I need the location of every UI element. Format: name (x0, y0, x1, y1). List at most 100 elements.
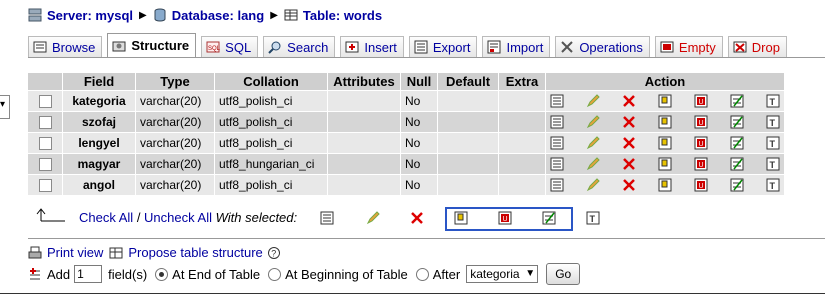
unique-icon[interactable]: U (694, 157, 708, 171)
primary-selected-icon[interactable] (454, 211, 468, 225)
field-attributes (328, 175, 400, 195)
after-radio[interactable] (415, 267, 429, 281)
field-null: No (401, 133, 437, 153)
check-all-link[interactable]: Check All (79, 210, 133, 225)
print-view-link[interactable]: Print view (47, 245, 103, 260)
primary-key-icon[interactable] (658, 157, 672, 171)
edit-icon[interactable] (586, 115, 600, 129)
header-default[interactable]: Default (438, 73, 498, 90)
edit-icon[interactable] (586, 136, 600, 150)
browse-icon[interactable] (550, 136, 564, 150)
browse-icon[interactable] (550, 115, 564, 129)
after-label[interactable]: After (433, 267, 460, 282)
browse-icon[interactable] (550, 178, 564, 192)
fulltext-icon[interactable]: T (766, 94, 780, 108)
field-null: No (401, 91, 437, 111)
empty-icon (660, 41, 674, 53)
browse-icon[interactable] (550, 157, 564, 171)
primary-key-icon[interactable] (658, 94, 672, 108)
index-icon[interactable] (730, 136, 744, 150)
edit-icon[interactable] (586, 94, 600, 108)
unique-icon[interactable]: U (694, 115, 708, 129)
svg-text:U: U (503, 216, 508, 223)
index-icon[interactable] (730, 157, 744, 171)
tab-search[interactable]: Search (263, 36, 336, 57)
primary-key-icon[interactable] (658, 178, 672, 192)
index-selected-icon[interactable] (542, 211, 556, 225)
drop-icon[interactable] (622, 178, 636, 192)
tab-drop[interactable]: Drop (727, 36, 787, 57)
field-name: angol (63, 175, 135, 195)
field-actions: UT (546, 133, 784, 153)
breadcrumb-table[interactable]: Table: words (303, 8, 382, 23)
tab-export[interactable]: Export (408, 36, 478, 57)
browse-selected-icon[interactable] (320, 211, 334, 225)
svg-text:T: T (770, 118, 776, 128)
fulltext-icon[interactable]: T (766, 115, 780, 129)
index-icon[interactable] (730, 178, 744, 192)
tab-import[interactable]: Import (482, 36, 551, 57)
edit-icon[interactable] (586, 178, 600, 192)
drop-icon[interactable] (622, 136, 636, 150)
help-icon[interactable]: ? (267, 246, 281, 260)
fulltext-icon[interactable]: T (766, 136, 780, 150)
propose-structure-link[interactable]: Propose table structure (128, 245, 262, 260)
truncated-dropdown[interactable] (0, 95, 10, 119)
header-extra[interactable]: Extra (499, 73, 545, 90)
row-checkbox[interactable] (38, 137, 52, 151)
tab-browse[interactable]: Browse (28, 36, 103, 57)
row-checkbox[interactable] (38, 179, 52, 193)
drop-selected-icon[interactable] (410, 211, 424, 225)
at-beginning-radio[interactable] (268, 267, 282, 281)
at-end-radio[interactable] (155, 267, 169, 281)
field-name: magyar (63, 154, 135, 174)
index-icon[interactable] (730, 115, 744, 129)
primary-key-icon[interactable] (658, 115, 672, 129)
at-beginning-label[interactable]: At Beginning of Table (285, 267, 408, 282)
table-links: Print view Propose table structure ? (28, 245, 286, 260)
tab-insert[interactable]: Insert (340, 36, 404, 57)
unique-icon[interactable]: U (694, 136, 708, 150)
after-field-select[interactable]: kategoria ▼ (466, 265, 539, 283)
header-attributes[interactable]: Attributes (328, 73, 400, 90)
primary-key-icon[interactable] (658, 136, 672, 150)
header-checkbox-column (28, 73, 62, 90)
unique-icon[interactable]: U (694, 178, 708, 192)
index-icon[interactable] (730, 94, 744, 108)
field-count-input[interactable]: 1 (74, 265, 103, 283)
tab-empty[interactable]: Empty (654, 36, 723, 57)
go-button[interactable]: Go (546, 263, 581, 285)
fulltext-icon[interactable]: T (766, 178, 780, 192)
fulltext-selected-icon[interactable]: T (586, 211, 600, 225)
row-checkbox-cell (28, 133, 62, 153)
unique-icon[interactable]: U (694, 94, 708, 108)
field-null: No (401, 154, 437, 174)
drop-icon[interactable] (622, 115, 636, 129)
browse-icon[interactable] (550, 94, 564, 108)
header-field[interactable]: Field (63, 73, 135, 90)
breadcrumb-server[interactable]: Server: mysql (47, 8, 133, 23)
drop-icon[interactable] (622, 157, 636, 171)
fulltext-icon[interactable]: T (766, 157, 780, 171)
header-type[interactable]: Type (136, 73, 214, 90)
unique-selected-icon[interactable]: U (498, 211, 512, 225)
field-default (438, 154, 498, 174)
edit-icon[interactable] (586, 157, 600, 171)
field-collation: utf8_polish_ci (215, 175, 327, 195)
at-end-label[interactable]: At End of Table (172, 267, 260, 282)
uncheck-all-link[interactable]: Uncheck All (144, 210, 212, 225)
row-checkbox[interactable] (38, 95, 52, 109)
tab-sql[interactable]: SQL SQL (201, 36, 259, 57)
row-checkbox[interactable] (38, 158, 52, 172)
header-null[interactable]: Null (401, 73, 437, 90)
tab-structure[interactable]: Structure (107, 33, 197, 57)
header-collation[interactable]: Collation (215, 73, 327, 90)
drop-icon[interactable] (622, 94, 636, 108)
svg-text:T: T (770, 181, 776, 191)
tab-operations[interactable]: Operations (555, 36, 650, 57)
tab-label: Export (432, 39, 471, 55)
breadcrumb-database[interactable]: Database: lang (172, 8, 264, 23)
row-checkbox[interactable] (38, 116, 52, 130)
add-fields-form: Add 1 field(s) At End of Table At Beginn… (28, 263, 581, 285)
edit-selected-icon[interactable] (366, 211, 380, 225)
